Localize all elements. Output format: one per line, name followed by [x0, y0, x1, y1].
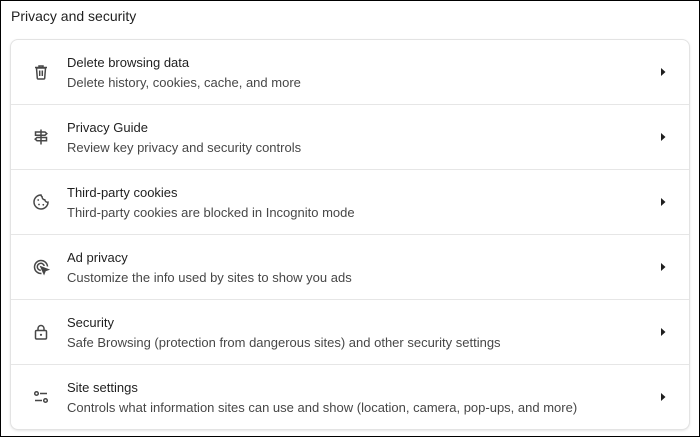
section-title: Privacy and security [11, 8, 137, 24]
privacy-security-card: Delete browsing data Delete history, coo… [11, 40, 689, 429]
row-subtitle: Review key privacy and security controls [67, 140, 302, 155]
ad-privacy-row[interactable]: Ad privacy Customize the info used by si… [11, 235, 689, 300]
settings-page: Privacy and security Delete browsing dat… [0, 0, 700, 437]
chevron-right-icon [659, 327, 667, 337]
row-subtitle: Customize the info used by sites to show… [67, 270, 352, 285]
signpost-icon [31, 127, 51, 147]
row-title: Privacy Guide [67, 120, 148, 135]
row-title: Delete browsing data [67, 55, 190, 70]
row-subtitle: Third-party cookies are blocked in Incog… [67, 205, 355, 220]
site-settings-row[interactable]: Site settings Controls what information … [11, 365, 689, 429]
chevron-right-icon [659, 197, 667, 207]
chevron-right-icon [659, 262, 667, 272]
row-title: Security [67, 315, 114, 330]
row-title: Ad privacy [67, 250, 128, 265]
trash-icon [31, 62, 51, 82]
privacy-guide-row[interactable]: Privacy Guide Review key privacy and sec… [11, 105, 689, 170]
row-subtitle: Safe Browsing (protection from dangerous… [67, 335, 501, 350]
delete-browsing-data-row[interactable]: Delete browsing data Delete history, coo… [11, 40, 689, 105]
row-title: Site settings [67, 380, 138, 395]
security-row[interactable]: Security Safe Browsing (protection from … [11, 300, 689, 365]
row-title: Third-party cookies [67, 185, 178, 200]
row-subtitle: Controls what information sites can use … [67, 400, 578, 415]
third-party-cookies-row[interactable]: Third-party cookies Third-party cookies … [11, 170, 689, 235]
lock-icon [31, 322, 51, 342]
chevron-right-icon [659, 132, 667, 142]
cookie-icon [31, 192, 51, 212]
tune-icon [31, 387, 51, 407]
chevron-right-icon [659, 67, 667, 77]
ad-privacy-icon [31, 257, 51, 277]
chevron-right-icon [659, 392, 667, 402]
row-subtitle: Delete history, cookies, cache, and more [67, 75, 301, 90]
